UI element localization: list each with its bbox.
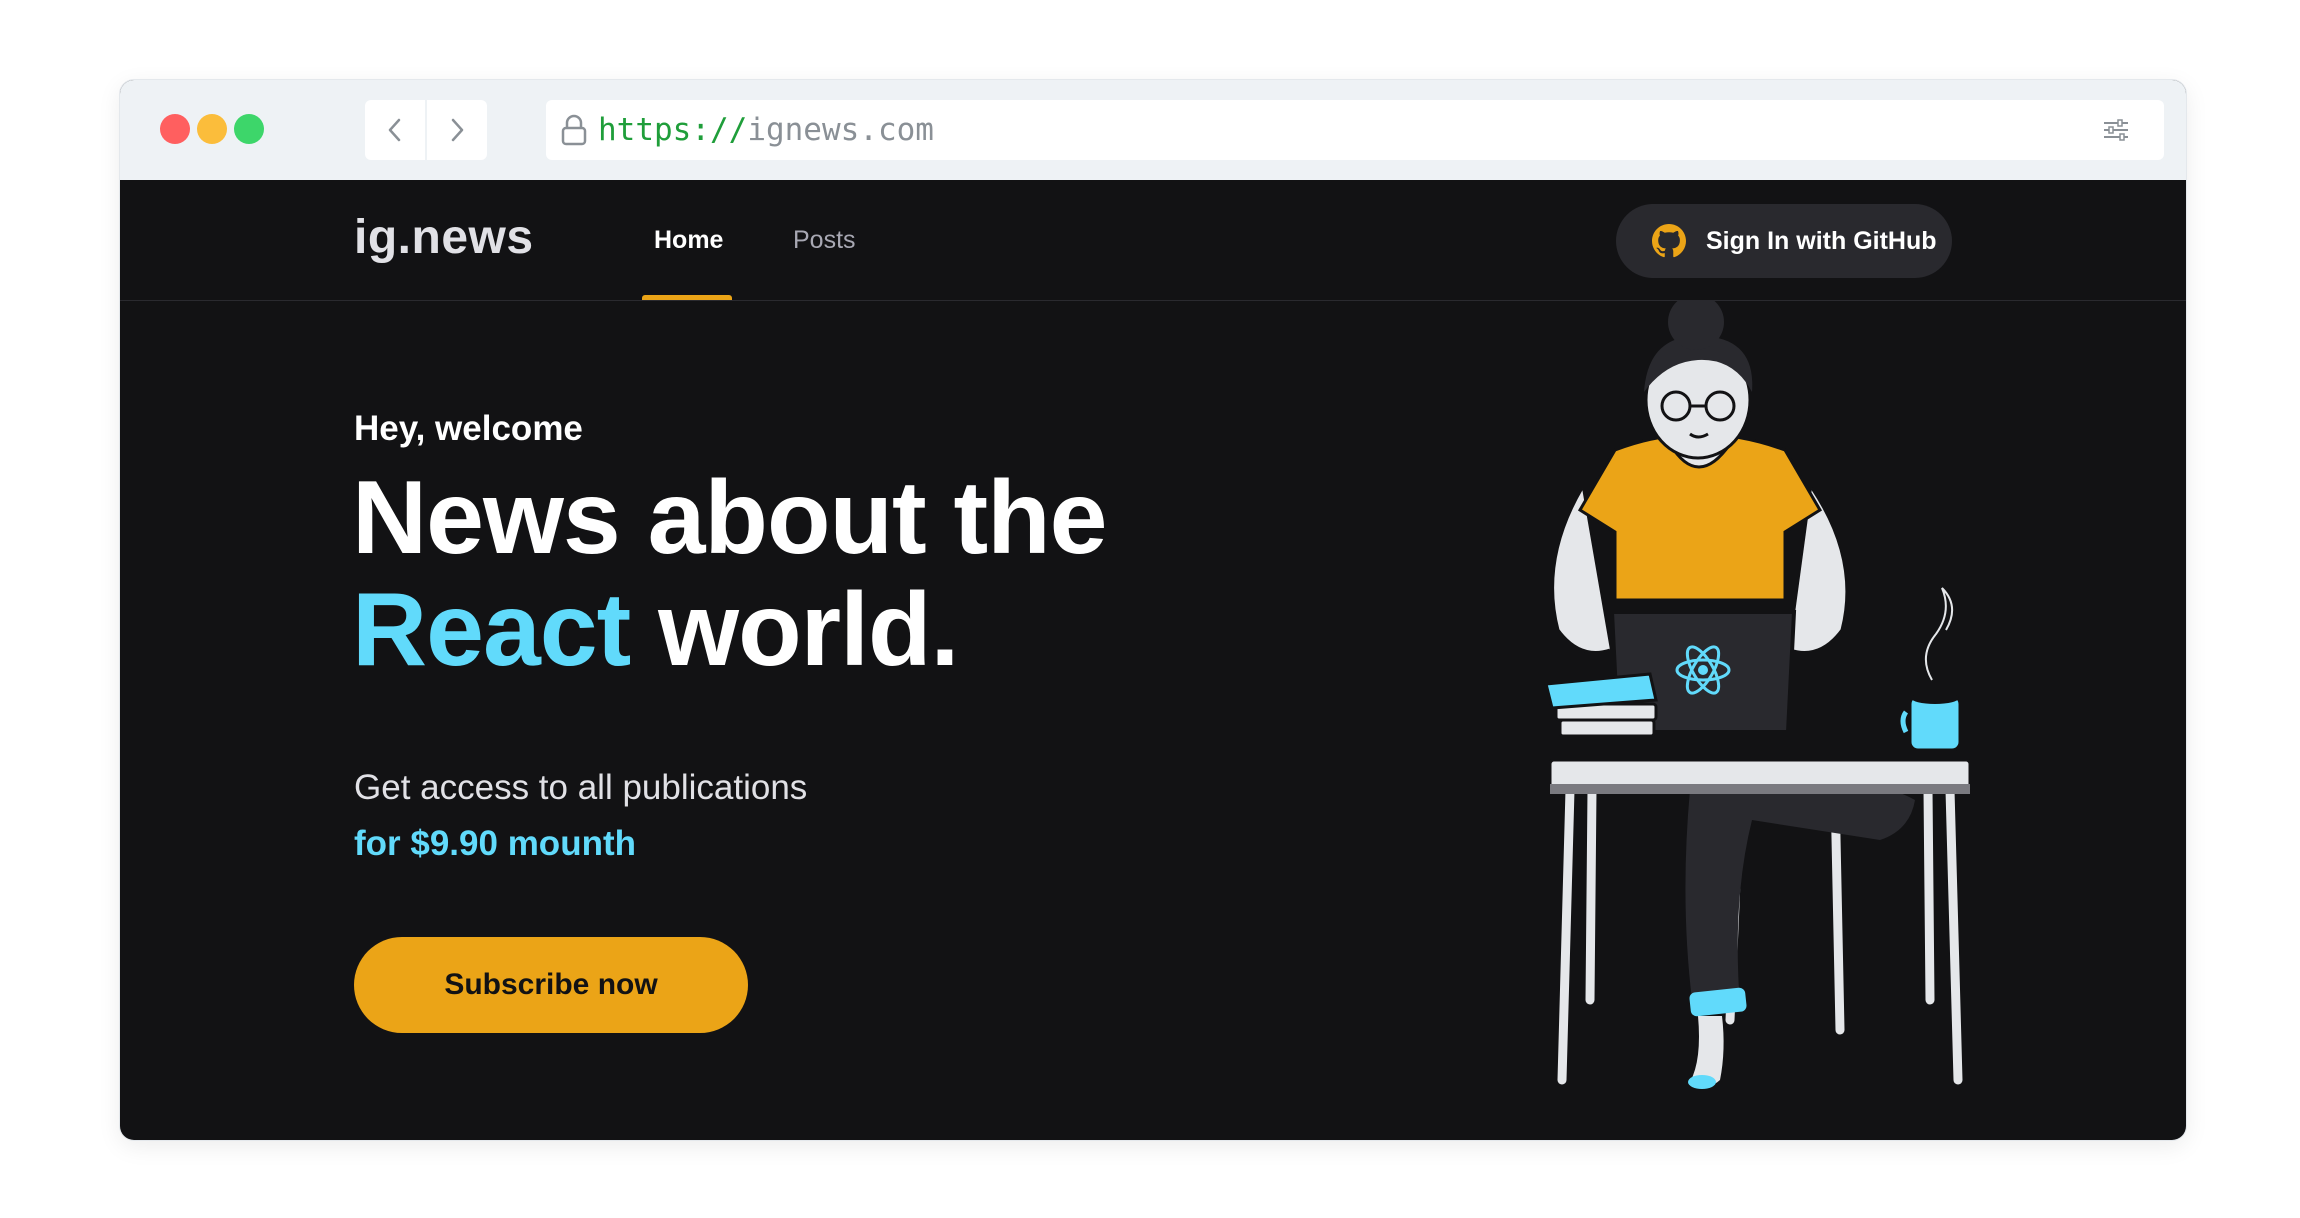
github-icon: [1652, 224, 1686, 258]
close-window-button[interactable]: [160, 114, 190, 144]
table-legs: [1557, 785, 1963, 1085]
url-scheme: https://: [598, 112, 748, 148]
url-host: ignews.com: [747, 112, 934, 148]
subscribe-button[interactable]: Subscribe now: [354, 937, 748, 1033]
hero-price: for $9.90 mounth: [354, 824, 636, 863]
sliders-icon: [2104, 119, 2128, 141]
nav-posts-link[interactable]: Posts: [793, 226, 856, 255]
nav-home-link[interactable]: Home: [654, 226, 723, 255]
hero-subtitle: Get access to all publications: [354, 768, 808, 807]
back-button[interactable]: [365, 100, 425, 160]
chevron-left-icon: [388, 118, 401, 142]
address-bar[interactable]: https://ignews.com: [546, 100, 2164, 160]
books: [1544, 672, 1658, 738]
browser-toolbar: https://ignews.com: [120, 80, 2186, 180]
chevron-right-icon: [451, 118, 464, 142]
developer-illustration: [1544, 300, 1972, 1089]
person-legs: [1685, 777, 1915, 1006]
maximize-window-button[interactable]: [234, 114, 264, 144]
site-logo[interactable]: ig.news: [354, 210, 534, 265]
forward-button[interactable]: [427, 100, 487, 160]
site-header: ig.news Home Posts Sign In with GitHub: [120, 180, 2186, 301]
sign-in-label: Sign In with GitHub: [1706, 226, 1937, 255]
hero-title-rest: world.: [658, 572, 959, 688]
coffee-mug: [1900, 587, 1962, 752]
hero-title-line1: News about the: [352, 460, 1108, 576]
settings-button[interactable]: [2086, 100, 2146, 160]
lock-icon: [560, 114, 588, 146]
hero-title-accent: React: [352, 572, 631, 688]
active-nav-indicator: [642, 295, 732, 300]
sign-in-github-button[interactable]: Sign In with GitHub: [1616, 204, 1952, 278]
browser-window: https://ignews.com ig.news Home Posts Si…: [120, 80, 2186, 1140]
minimize-window-button[interactable]: [197, 114, 227, 144]
hero-title: News about the React world.: [352, 460, 1108, 688]
hero-greeting: Hey, welcome: [354, 409, 583, 448]
